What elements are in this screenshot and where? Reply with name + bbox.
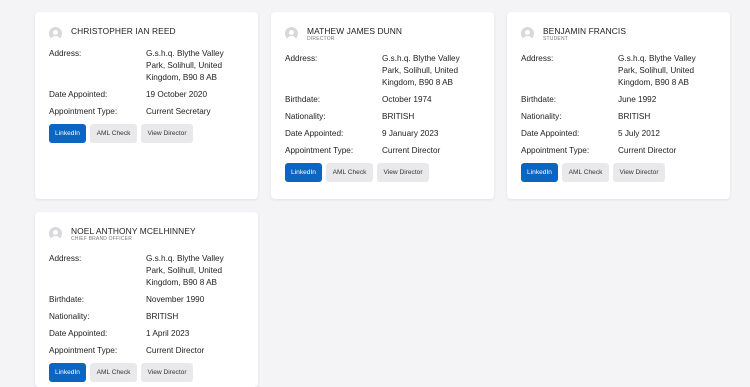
date-appointed-value: 19 October 2020 [146, 90, 207, 99]
birthdate-label: Birthdate: [285, 95, 321, 104]
director-role: CHIEF BRAND OFFICER [71, 236, 133, 242]
appointment-type-value: Current Director [618, 146, 677, 155]
director-name: CHRISTOPHER IAN REED [71, 26, 176, 36]
user-avatar-icon [49, 227, 62, 240]
nationality-label: Nationality: [285, 112, 326, 121]
date-appointed-label: Date Appointed: [49, 90, 108, 99]
birthdate-value: June 1992 [618, 95, 657, 104]
date-appointed-label: Date Appointed: [49, 329, 108, 338]
address-value: G.s.h.q. Blythe Valley Park, Solihull, U… [146, 49, 224, 82]
linkedin-button[interactable]: LinkedIn [285, 163, 322, 182]
aml-check-button[interactable]: AML Check [90, 363, 137, 382]
nationality-label: Nationality: [521, 112, 562, 121]
action-buttons: LinkedIn AML Check View Director [521, 163, 665, 182]
action-buttons: LinkedIn AML Check View Director [285, 163, 429, 182]
director-name: BENJAMIN FRANCIS [543, 26, 627, 36]
director-role: DIRECTOR [307, 36, 335, 42]
birthdate-value: October 1974 [382, 95, 432, 104]
view-director-button[interactable]: View Director [377, 163, 429, 182]
user-avatar-icon [49, 27, 62, 40]
address-value: G.s.h.q. Blythe Valley Park, Solihull, U… [382, 54, 460, 87]
director-card: NOEL ANTHONY MCELHINNEY CHIEF BRAND OFFI… [35, 212, 258, 387]
nationality-value: BRITISH [618, 112, 651, 121]
appointment-type-value: Current Secretary [146, 107, 211, 116]
birthdate-value: November 1990 [146, 295, 205, 304]
aml-check-button[interactable]: AML Check [326, 163, 373, 182]
director-card: BENJAMIN FRANCIS STUDENT Address: G.s.h.… [507, 12, 730, 199]
address-label: Address: [521, 54, 554, 63]
date-appointed-value: 5 July 2012 [618, 129, 660, 138]
director-role: STUDENT [543, 36, 569, 42]
date-appointed-label: Date Appointed: [285, 129, 344, 138]
director-header: BENJAMIN FRANCIS STUDENT [521, 26, 626, 43]
address-label: Address: [49, 254, 82, 263]
birthdate-label: Birthdate: [49, 295, 85, 304]
aml-check-button[interactable]: AML Check [562, 163, 609, 182]
nationality-value: BRITISH [146, 312, 179, 321]
address-label: Address: [49, 49, 82, 58]
appointment-type-label: Appointment Type: [521, 146, 590, 155]
director-name: NOEL ANTHONY MCELHINNEY [71, 226, 196, 236]
view-director-button[interactable]: View Director [141, 363, 193, 382]
director-card: MATHEW JAMES DUNN DIRECTOR Address: G.s.… [271, 12, 494, 199]
appointment-type-value: Current Director [146, 346, 205, 355]
action-buttons: LinkedIn AML Check View Director [49, 363, 193, 382]
aml-check-button[interactable]: AML Check [90, 124, 137, 143]
director-header: MATHEW JAMES DUNN DIRECTOR [285, 26, 402, 43]
director-header: CHRISTOPHER IAN REED [49, 26, 176, 40]
user-avatar-icon [285, 27, 298, 40]
linkedin-button[interactable]: LinkedIn [49, 124, 86, 143]
user-avatar-icon [521, 27, 534, 40]
address-value: G.s.h.q. Blythe Valley Park, Solihull, U… [618, 54, 696, 87]
date-appointed-value: 1 April 2023 [146, 329, 190, 338]
linkedin-button[interactable]: LinkedIn [521, 163, 558, 182]
view-director-button[interactable]: View Director [141, 124, 193, 143]
director-card: CHRISTOPHER IAN REED Address: G.s.h.q. B… [35, 12, 258, 199]
address-label: Address: [285, 54, 318, 63]
nationality-label: Nationality: [49, 312, 90, 321]
action-buttons: LinkedIn AML Check View Director [49, 124, 193, 143]
appointment-type-label: Appointment Type: [49, 107, 118, 116]
address-value: G.s.h.q. Blythe Valley Park, Solihull, U… [146, 254, 224, 287]
linkedin-button[interactable]: LinkedIn [49, 363, 86, 382]
nationality-value: BRITISH [382, 112, 415, 121]
appointment-type-value: Current Director [382, 146, 441, 155]
view-director-button[interactable]: View Director [613, 163, 665, 182]
date-appointed-value: 9 January 2023 [382, 129, 439, 138]
birthdate-label: Birthdate: [521, 95, 557, 104]
date-appointed-label: Date Appointed: [521, 129, 580, 138]
director-header: NOEL ANTHONY MCELHINNEY CHIEF BRAND OFFI… [49, 226, 196, 243]
appointment-type-label: Appointment Type: [49, 346, 118, 355]
appointment-type-label: Appointment Type: [285, 146, 354, 155]
director-name: MATHEW JAMES DUNN [307, 26, 403, 36]
